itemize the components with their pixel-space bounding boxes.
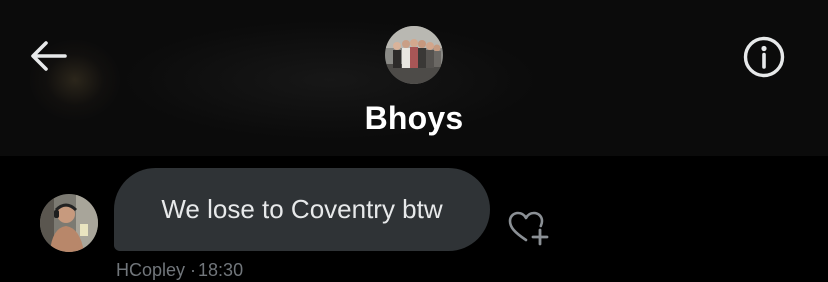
sender-avatar[interactable]	[40, 194, 98, 252]
info-button[interactable]	[741, 34, 787, 80]
group-avatar[interactable]	[385, 26, 443, 84]
message-bubble[interactable]: We lose to Coventry btw	[114, 168, 490, 251]
message-row: We lose to Coventry btw HCopley · 18:30	[0, 156, 828, 282]
conversation-header: Bhoys	[0, 0, 828, 156]
message-meta: HCopley · 18:30	[116, 260, 243, 281]
group-name[interactable]: Bhoys	[0, 100, 828, 137]
sender-name[interactable]: HCopley	[116, 260, 185, 280]
meta-separator: ·	[190, 260, 197, 280]
add-reaction-button[interactable]	[506, 208, 554, 250]
sender-photo	[40, 194, 98, 252]
back-button[interactable]	[26, 34, 70, 78]
group-photo	[385, 26, 443, 84]
heart-plus-icon	[508, 211, 549, 246]
message-text: We lose to Coventry btw	[161, 194, 443, 224]
info-circle-icon	[743, 36, 785, 78]
arrow-left-icon	[31, 41, 67, 71]
message-time: 18:30	[198, 260, 244, 280]
